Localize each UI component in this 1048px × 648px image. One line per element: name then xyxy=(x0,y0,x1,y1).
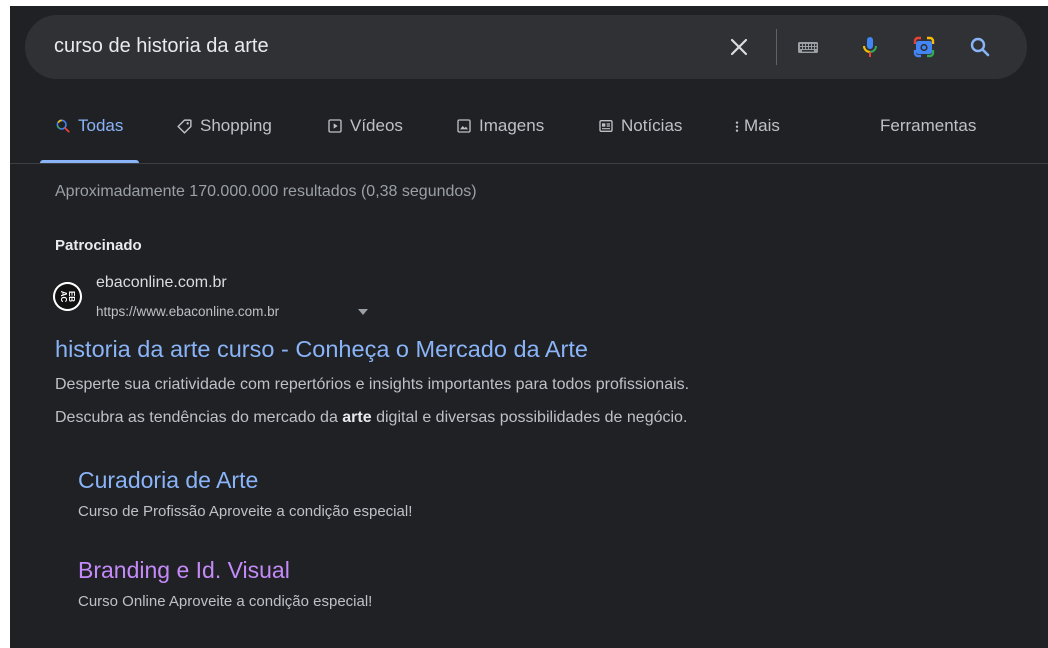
result-stats: Aproximadamente 170.000.000 resultados (… xyxy=(55,183,477,200)
tab-label: Mais xyxy=(744,116,780,135)
mic-icon[interactable] xyxy=(858,35,882,59)
more-vert-icon xyxy=(735,121,739,132)
sitelink-title[interactable]: Curadoria de Arte xyxy=(78,467,258,494)
ad-site-url[interactable]: https://www.ebaconline.com.br xyxy=(96,304,279,319)
desc-text: digital e diversas possibilidades de neg… xyxy=(371,409,688,426)
tools-button[interactable]: Ferramentas xyxy=(880,116,976,164)
tab-images[interactable]: Imagens xyxy=(456,116,544,164)
sitelink-description: Curso Online Aproveite a condição especi… xyxy=(78,593,373,610)
site-favicon[interactable]: EB AC xyxy=(53,282,82,311)
tab-label: Shopping xyxy=(200,116,272,135)
search-icon xyxy=(56,119,70,133)
search-icon[interactable] xyxy=(968,35,992,59)
tab-all[interactable]: Todas xyxy=(55,116,123,164)
tag-icon xyxy=(177,119,192,134)
tab-shopping[interactable]: Shopping xyxy=(176,116,272,164)
desc-bold-keyword: arte xyxy=(342,409,372,426)
ad-title-link[interactable]: historia da arte curso - Conheça o Merca… xyxy=(55,336,588,363)
google-lens-icon[interactable] xyxy=(912,35,936,59)
close-icon[interactable] xyxy=(727,35,751,59)
svg-text:AC: AC xyxy=(59,291,68,303)
tab-label: Notícias xyxy=(621,116,683,135)
search-bar[interactable]: curso de historia da arte xyxy=(25,15,1027,79)
newspaper-icon xyxy=(599,120,613,132)
ebac-logo: EB AC xyxy=(53,282,82,311)
results-page: curso de historia da arte Todas Shopping… xyxy=(10,6,1048,648)
searchbar-divider xyxy=(776,29,777,65)
keyboard-icon[interactable] xyxy=(796,35,820,59)
sitelink-title[interactable]: Branding e Id. Visual xyxy=(78,557,290,584)
caret-down-icon[interactable] xyxy=(358,309,368,315)
tab-label: Todas xyxy=(78,116,124,135)
ad-site-name[interactable]: ebaconline.com.br xyxy=(96,274,227,292)
sponsored-label: Patrocinado xyxy=(55,237,142,254)
tabs-divider xyxy=(10,163,1048,164)
desc-text: Descubra as tendências do mercado da xyxy=(55,409,343,426)
ad-description-line-1: Desperte sua criatividade com repertório… xyxy=(55,376,690,393)
ad-description-line-2: Descubra as tendências do mercado da art… xyxy=(55,409,687,427)
image-icon xyxy=(457,119,471,133)
tab-more[interactable]: Mais xyxy=(733,116,780,164)
search-query[interactable]: curso de historia da arte xyxy=(54,33,269,59)
play-icon xyxy=(328,119,342,133)
search-tabs: Todas Shopping Vídeos Imagens Notícias M… xyxy=(10,116,1048,164)
tab-videos[interactable]: Vídeos xyxy=(327,116,403,164)
tab-label: Vídeos xyxy=(350,116,403,135)
sitelink-description: Curso de Profissão Aproveite a condição … xyxy=(78,503,413,520)
tools-label: Ferramentas xyxy=(880,116,977,135)
tab-news[interactable]: Notícias xyxy=(598,116,682,164)
tab-label: Imagens xyxy=(479,116,545,135)
